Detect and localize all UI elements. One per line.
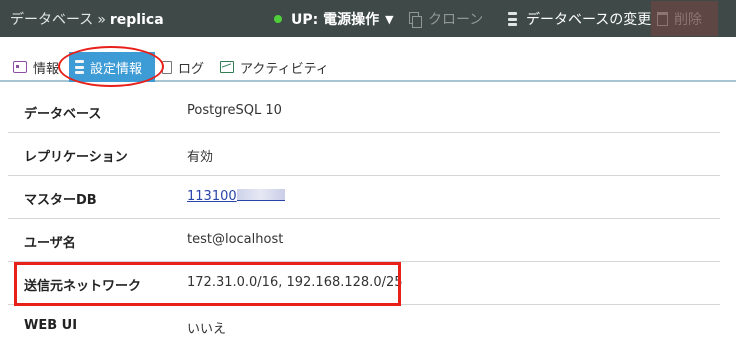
detail-label: 送信元ネットワーク [24, 279, 142, 294]
tab-info[interactable]: 情報 [13, 53, 59, 81]
master-db-link[interactable]: 113100 [187, 189, 237, 204]
tab-activity-label: アクティビティ [240, 61, 329, 77]
redacted-mask [236, 189, 285, 201]
settings-details: データベース PostgreSQL 10 レプリケーション 有効 マスターDB … [8, 90, 720, 338]
copy-icon [409, 12, 422, 28]
detail-row-username: ユーザ名 test@localhost [8, 219, 720, 262]
detail-value-wrapper: 113100 [187, 189, 285, 204]
power-button[interactable]: UP: 電源操作 ▼ [274, 9, 394, 29]
trash-icon [657, 11, 668, 26]
detail-value: test@localhost [187, 232, 284, 247]
log-icon [162, 60, 172, 74]
tab-bar: 情報 設定情報 ログ アクティビティ [0, 48, 736, 82]
detail-row-web-ui: WEB UI いいえ [8, 305, 720, 338]
detail-label: WEB UI [24, 318, 78, 333]
delete-label: 削除 [674, 11, 702, 28]
detail-value: 有効 [187, 150, 214, 165]
breadcrumb-current: replica [109, 12, 164, 28]
detail-value: いいえ [187, 322, 227, 337]
db-change-label: データベースの変更 [526, 12, 652, 28]
caret-down-icon: ▼ [385, 12, 394, 26]
tab-settings[interactable]: 設定情報 [69, 52, 155, 82]
detail-value: PostgreSQL 10 [187, 103, 282, 118]
power-label: UP: 電源操作 [291, 12, 380, 28]
info-icon [13, 61, 27, 73]
detail-row-replication: レプリケーション 有効 [8, 133, 720, 176]
clone-button[interactable]: クローン [409, 9, 483, 29]
tab-settings-label: 設定情報 [90, 61, 143, 77]
detail-label: データベース [24, 107, 102, 122]
tab-log[interactable]: ログ [162, 53, 204, 81]
detail-row-source-network: 送信元ネットワーク 172.31.0.0/16, 192.168.128.0/2… [8, 262, 720, 305]
database-icon [508, 12, 517, 26]
delete-button[interactable]: 削除 [651, 1, 718, 36]
detail-label: レプリケーション [24, 150, 128, 165]
detail-row-master-db: マスターDB 113100 [8, 176, 720, 219]
tab-info-label: 情報 [33, 61, 60, 77]
db-change-button[interactable]: データベースの変更 [508, 9, 651, 29]
breadcrumb-root[interactable]: データベース [10, 12, 93, 28]
detail-value: 172.31.0.0/16, 192.168.128.0/25 [187, 275, 403, 290]
tab-activity[interactable]: アクティビティ [220, 53, 329, 81]
detail-label: マスターDB [24, 193, 97, 208]
clone-label: クローン [428, 12, 484, 28]
detail-row-database: データベース PostgreSQL 10 [8, 90, 720, 133]
activity-icon [220, 61, 234, 73]
tab-log-label: ログ [178, 61, 205, 77]
breadcrumb: データベース» replica [10, 9, 164, 29]
detail-label: ユーザ名 [24, 236, 76, 251]
header-bar: データベース» replica UP: 電源操作 ▼ クローン データベースの変更… [0, 0, 736, 37]
status-dot-icon [274, 15, 282, 23]
database-icon [75, 60, 84, 74]
breadcrumb-separator: » [97, 12, 106, 28]
